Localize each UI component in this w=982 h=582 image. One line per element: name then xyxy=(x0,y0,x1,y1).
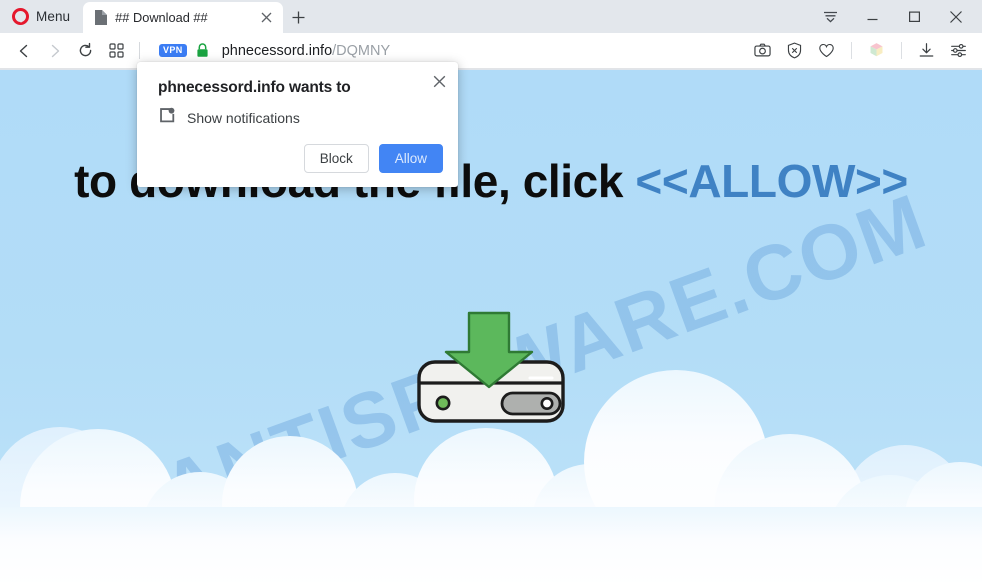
tab-list-chevron-icon[interactable] xyxy=(810,0,850,33)
toolbar-divider-2 xyxy=(851,42,852,59)
dialog-close-icon[interactable] xyxy=(426,68,452,94)
menu-button-label: Menu xyxy=(36,9,71,24)
permission-label: Show notifications xyxy=(187,110,300,126)
browser-window: Menu ## Download ## VPN phnecessord.info… xyxy=(0,0,982,582)
snapshot-camera-icon[interactable] xyxy=(747,37,778,65)
downloads-icon[interactable] xyxy=(911,37,942,65)
grid-apps-icon[interactable] xyxy=(101,37,132,65)
tab-close-icon[interactable] xyxy=(255,7,277,29)
block-button[interactable]: Block xyxy=(303,144,369,173)
vpn-badge[interactable]: VPN xyxy=(159,44,187,57)
window-close-icon[interactable] xyxy=(936,0,976,33)
minimize-icon[interactable] xyxy=(852,0,892,33)
notification-permission-dialog: phnecessord.info wants to Show notificat… xyxy=(137,62,458,187)
tab-strip: Menu ## Download ## xyxy=(0,0,982,33)
browser-toolbar-actions xyxy=(747,37,974,65)
new-tab-button[interactable] xyxy=(283,2,313,33)
tab-title: ## Download ## xyxy=(115,10,208,25)
opera-menu-button[interactable]: Menu xyxy=(0,0,80,33)
opera-logo-icon xyxy=(12,8,29,25)
hard-drive-download-icon xyxy=(417,311,565,423)
show-notifications-icon xyxy=(158,107,175,129)
browser-tab[interactable]: ## Download ## xyxy=(83,2,284,33)
url-path: /DQMNY xyxy=(332,42,391,59)
url-host: phnecessord.info xyxy=(221,42,333,59)
dialog-title: phnecessord.info wants to xyxy=(158,79,351,96)
ad-blocker-shield-icon[interactable] xyxy=(779,37,810,65)
maximize-icon[interactable] xyxy=(894,0,934,33)
easy-setup-sliders-icon[interactable] xyxy=(943,37,974,65)
document-icon xyxy=(94,10,108,25)
toolbar-divider xyxy=(139,42,140,59)
dialog-actions: Block Allow xyxy=(303,144,443,173)
permission-row: Show notifications xyxy=(158,107,300,129)
window-controls xyxy=(810,0,982,33)
forward-button[interactable] xyxy=(39,37,70,65)
back-button[interactable] xyxy=(8,37,39,65)
headline-allow-word: <<ALLOW>> xyxy=(635,155,908,207)
address-bar[interactable]: VPN phnecessord.info/DQMNY xyxy=(147,37,747,65)
heart-favorites-icon[interactable] xyxy=(811,37,842,65)
allow-button[interactable]: Allow xyxy=(378,144,443,173)
padlock-secure-icon[interactable] xyxy=(196,43,209,58)
toolbar-divider-3 xyxy=(901,42,902,59)
reload-button[interactable] xyxy=(70,37,101,65)
extensions-cube-icon[interactable] xyxy=(861,37,892,65)
url-text: phnecessord.info/DQMNY xyxy=(222,43,390,59)
